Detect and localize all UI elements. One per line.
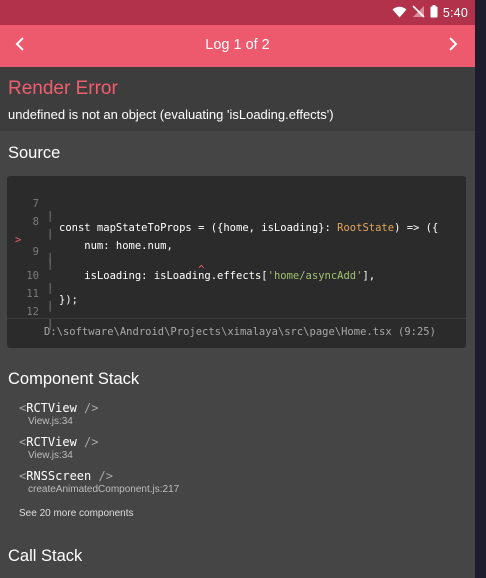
error-message: undefined is not an object (evaluating '… xyxy=(8,107,334,122)
frame-location: View.js:34 xyxy=(28,450,73,461)
code-divider xyxy=(7,318,466,319)
code-line: 11 | xyxy=(7,276,466,312)
source-file-link[interactable]: D:\software\Android\Projects\ximalaya\sr… xyxy=(44,326,436,338)
logbox-screen: 5:40 Log 1 of 2 Render Error undefined i… xyxy=(0,0,475,578)
component-stack-heading: Component Stack xyxy=(8,370,140,388)
frame-name: <RNSScreen /> xyxy=(19,469,113,483)
stack-frame[interactable]: <RCTView /> View.js:34 xyxy=(19,401,99,427)
source-heading: Source xyxy=(8,144,61,162)
status-icons: 5:40 xyxy=(392,5,468,21)
line-number: 12 xyxy=(26,306,39,318)
wifi-icon xyxy=(392,6,407,21)
frame-location: View.js:34 xyxy=(28,416,73,427)
status-time: 5:40 xyxy=(442,6,468,20)
code-line: 8 | num: home.num, xyxy=(7,204,466,252)
error-block: Render Error undefined is not an object … xyxy=(0,67,475,131)
code-line: 7 | const mapStateToProps = ({home, isLo… xyxy=(7,186,466,234)
chevron-right-icon xyxy=(448,36,458,56)
frame-name: <RCTView /> xyxy=(19,401,99,415)
frame-location: createAnimatedComponent.js:217 xyxy=(28,484,180,495)
signal-off-icon xyxy=(412,5,425,21)
stack-frame[interactable]: <RCTView /> View.js:34 xyxy=(19,435,99,461)
code-line: 10 | }); xyxy=(7,258,466,306)
call-stack-heading: Call Stack xyxy=(8,547,83,565)
battery-icon xyxy=(430,5,438,21)
log-title: Log 1 of 2 xyxy=(205,37,270,53)
code-line-error: > 9 | isLoading: isLoading.effects['home… xyxy=(7,222,466,282)
next-log-button[interactable] xyxy=(433,25,473,67)
code-frame: 7 | const mapStateToProps = ({home, isLo… xyxy=(7,176,466,348)
status-bar: 5:40 xyxy=(0,0,475,25)
stack-frame[interactable]: <RNSScreen /> createAnimatedComponent.js… xyxy=(19,469,179,495)
code-line: 12 | xyxy=(7,294,466,330)
log-header: Log 1 of 2 xyxy=(0,25,475,67)
see-more-components-button[interactable]: See 20 more components xyxy=(19,508,134,519)
error-title: Render Error xyxy=(8,78,118,99)
window-edge xyxy=(475,0,486,578)
code-line-caret: | ^ xyxy=(7,240,466,276)
frame-name: <RCTView /> xyxy=(19,435,99,449)
